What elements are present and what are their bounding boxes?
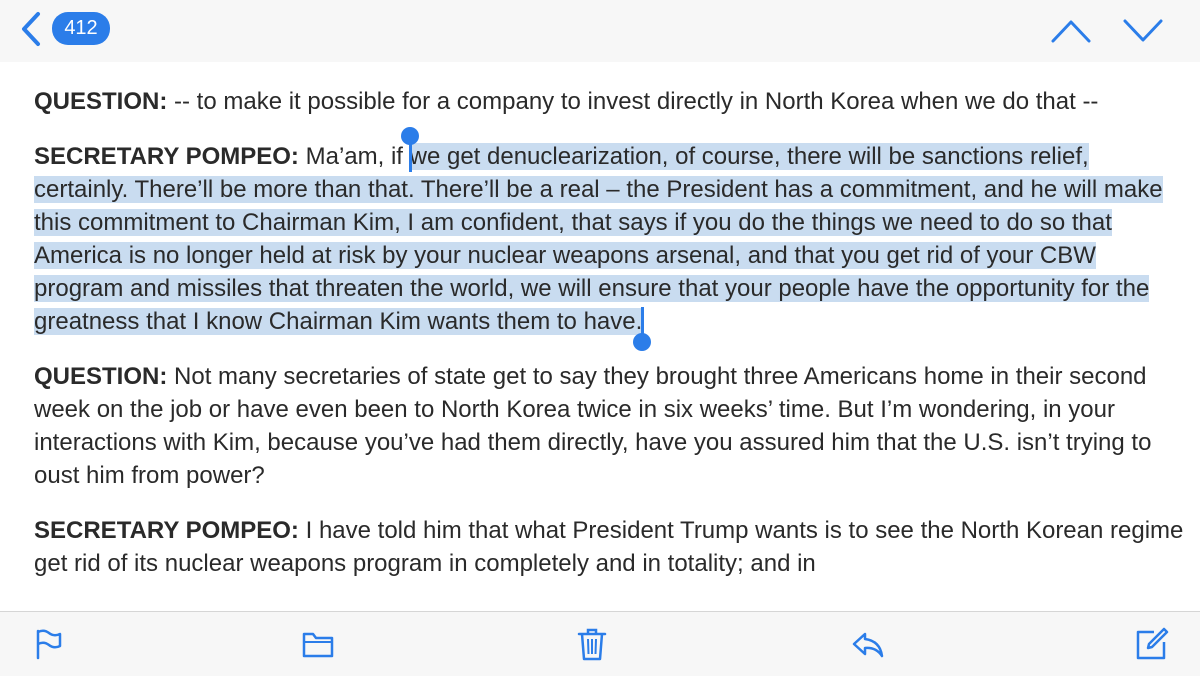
- paragraph-text: Ma’am, if: [298, 143, 410, 170]
- paragraph-text: -- to make it possible for a company to …: [167, 88, 1099, 115]
- transcript-paragraph: QUESTION: Not many secretaries of state …: [34, 360, 1184, 492]
- back-chevron-icon[interactable]: [16, 10, 46, 48]
- paragraph-text: Not many secretaries of state get to say…: [34, 363, 1152, 489]
- next-message-icon[interactable]: [1122, 16, 1164, 46]
- selected-text[interactable]: we get denuclearization, of course, ther…: [34, 143, 1163, 335]
- folder-icon[interactable]: [300, 626, 336, 662]
- transcript-paragraph: QUESTION: -- to make it possible for a c…: [34, 85, 1184, 118]
- bottom-toolbar: [0, 611, 1200, 676]
- message-count-badge[interactable]: 412: [52, 12, 110, 45]
- top-navigation-bar: 412: [0, 0, 1200, 62]
- compose-icon[interactable]: [1134, 626, 1170, 662]
- flag-icon[interactable]: [30, 626, 66, 662]
- speaker-label: QUESTION:: [34, 363, 168, 390]
- transcript-paragraph: SECRETARY POMPEO: Ma’am, if we get denuc…: [34, 127, 1184, 351]
- transcript-paragraph: SECRETARY POMPEO: I have told him that w…: [34, 514, 1184, 580]
- reply-icon[interactable]: [850, 626, 886, 662]
- previous-message-icon[interactable]: [1050, 16, 1092, 46]
- speaker-label: SECRETARY POMPEO:: [34, 143, 299, 170]
- speaker-label: QUESTION:: [34, 88, 168, 115]
- trash-icon[interactable]: [574, 626, 610, 662]
- speaker-label: SECRETARY POMPEO:: [34, 517, 299, 544]
- message-body: QUESTION: -- to make it possible for a c…: [34, 85, 1184, 611]
